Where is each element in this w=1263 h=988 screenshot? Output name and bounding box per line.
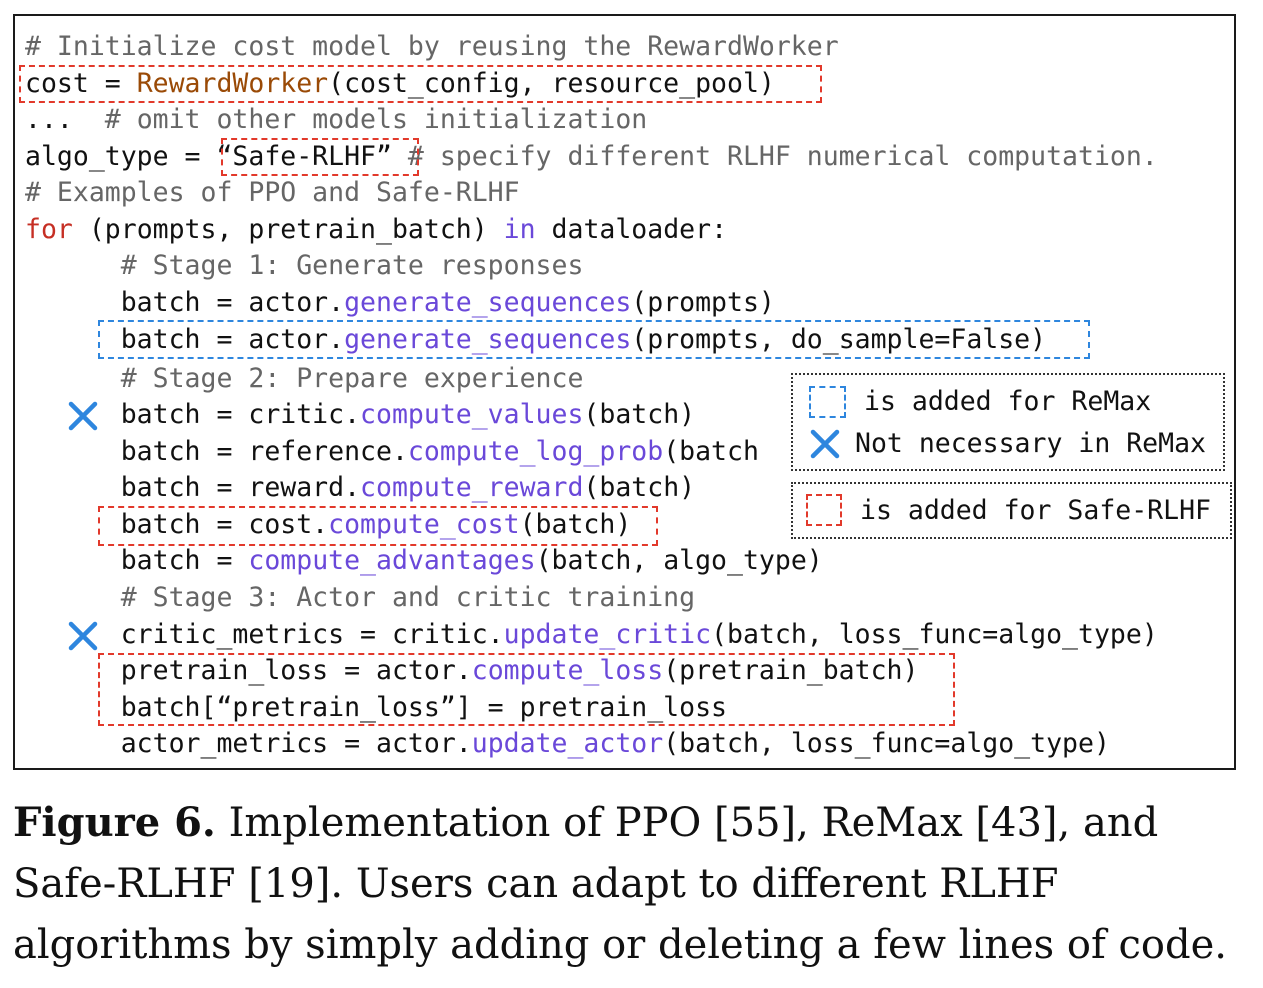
remax-highlight-greedy-sample	[98, 320, 1090, 359]
x-mark-icon	[810, 429, 840, 459]
code-line: # Examples of PPO and Safe-RLHF	[25, 175, 520, 211]
safe-rlhf-highlight-pretrain-loss	[98, 653, 955, 726]
code-line: batch = reference.compute_log_prob(batch	[25, 434, 759, 470]
legend-blue-dashed-swatch	[809, 386, 846, 418]
code-token: batch = actor.	[25, 287, 345, 318]
code-line: # Stage 2: Prepare experience	[25, 361, 584, 397]
code-line: ... # omit other models initialization	[25, 102, 647, 138]
code-token: (batch, loss_func=algo_type)	[663, 728, 1110, 759]
code-line: # Initialize cost model by reusing the R…	[25, 29, 839, 65]
code-token: batch = reward.	[25, 472, 361, 503]
code-token: # Initialize cost model by reusing the R…	[25, 31, 839, 62]
code-token: (batch, algo_type)	[535, 545, 823, 576]
code-token: # omit other models initialization	[104, 104, 648, 135]
code-token: update_actor	[471, 728, 664, 759]
code-line: for (prompts, pretrain_batch) in dataloa…	[25, 212, 727, 248]
code-token: update_critic	[503, 619, 712, 650]
code-token: actor_metrics = actor.	[25, 728, 472, 759]
code-line: # Stage 1: Generate responses	[25, 248, 584, 284]
code-token: compute_values	[360, 399, 584, 430]
code-token: (batch)	[583, 399, 696, 430]
code-token: (batch)	[583, 472, 696, 503]
code-token: generate_sequences	[344, 287, 632, 318]
code-token: compute_log_prob	[407, 436, 664, 467]
code-token: (prompts)	[631, 287, 775, 318]
code-line: batch = critic.compute_values(batch)	[25, 397, 695, 433]
code-token: # specify different RLHF numerical compu…	[391, 141, 1158, 172]
code-token: # Examples of PPO and Safe-RLHF	[25, 177, 520, 208]
code-line: # Stage 3: Actor and critic training	[25, 580, 695, 616]
code-token: # Stage 3: Actor and critic training	[25, 582, 696, 613]
code-token: in	[503, 214, 536, 245]
figure-label: Figure 6.	[13, 799, 216, 846]
code-token: dataloader:	[535, 214, 728, 245]
safe-rlhf-highlight-algo-type	[221, 138, 419, 176]
code-token: batch =	[25, 545, 249, 576]
code-token: # Stage 1: Generate responses	[25, 250, 584, 281]
safe-rlhf-highlight-compute-cost	[98, 506, 658, 546]
code-token: ...	[25, 104, 105, 135]
legend-safe-rlhf-added-label: is added for Safe-RLHF	[860, 495, 1211, 526]
code-line: batch = actor.generate_sequences(prompts…	[25, 285, 775, 321]
code-line: batch = compute_advantages(batch, algo_t…	[25, 543, 823, 579]
legend-remax-not-needed-label: Not necessary in ReMax	[855, 428, 1206, 459]
code-line: actor_metrics = actor.update_actor(batch…	[25, 726, 1110, 762]
code-token: for	[25, 214, 73, 245]
code-token: (batch, loss_func=algo_type)	[711, 619, 1158, 650]
code-token: compute_reward	[360, 472, 584, 503]
legend-red-dashed-swatch	[806, 494, 842, 526]
legend-remax-added-label: is added for ReMax	[864, 386, 1152, 417]
code-line: algo_type = “Safe-RLHF” # specify differ…	[25, 139, 1158, 175]
safe-rlhf-highlight-cost-init	[19, 65, 822, 103]
code-line: batch = reward.compute_reward(batch)	[25, 470, 695, 506]
code-token: compute_advantages	[248, 545, 536, 576]
x-mark-icon	[68, 621, 98, 651]
code-token: # Stage 2: Prepare experience	[25, 363, 584, 394]
figure-caption: Figure 6. Implementation of PPO [55], Re…	[13, 792, 1253, 976]
code-line: critic_metrics = critic.update_critic(ba…	[25, 617, 1158, 653]
code-token: (batch	[663, 436, 759, 467]
code-token: (prompts, pretrain_batch)	[72, 214, 504, 245]
code-token: algo_type =	[25, 141, 217, 172]
x-mark-icon	[68, 401, 98, 431]
code-token: batch = reference.	[25, 436, 408, 467]
